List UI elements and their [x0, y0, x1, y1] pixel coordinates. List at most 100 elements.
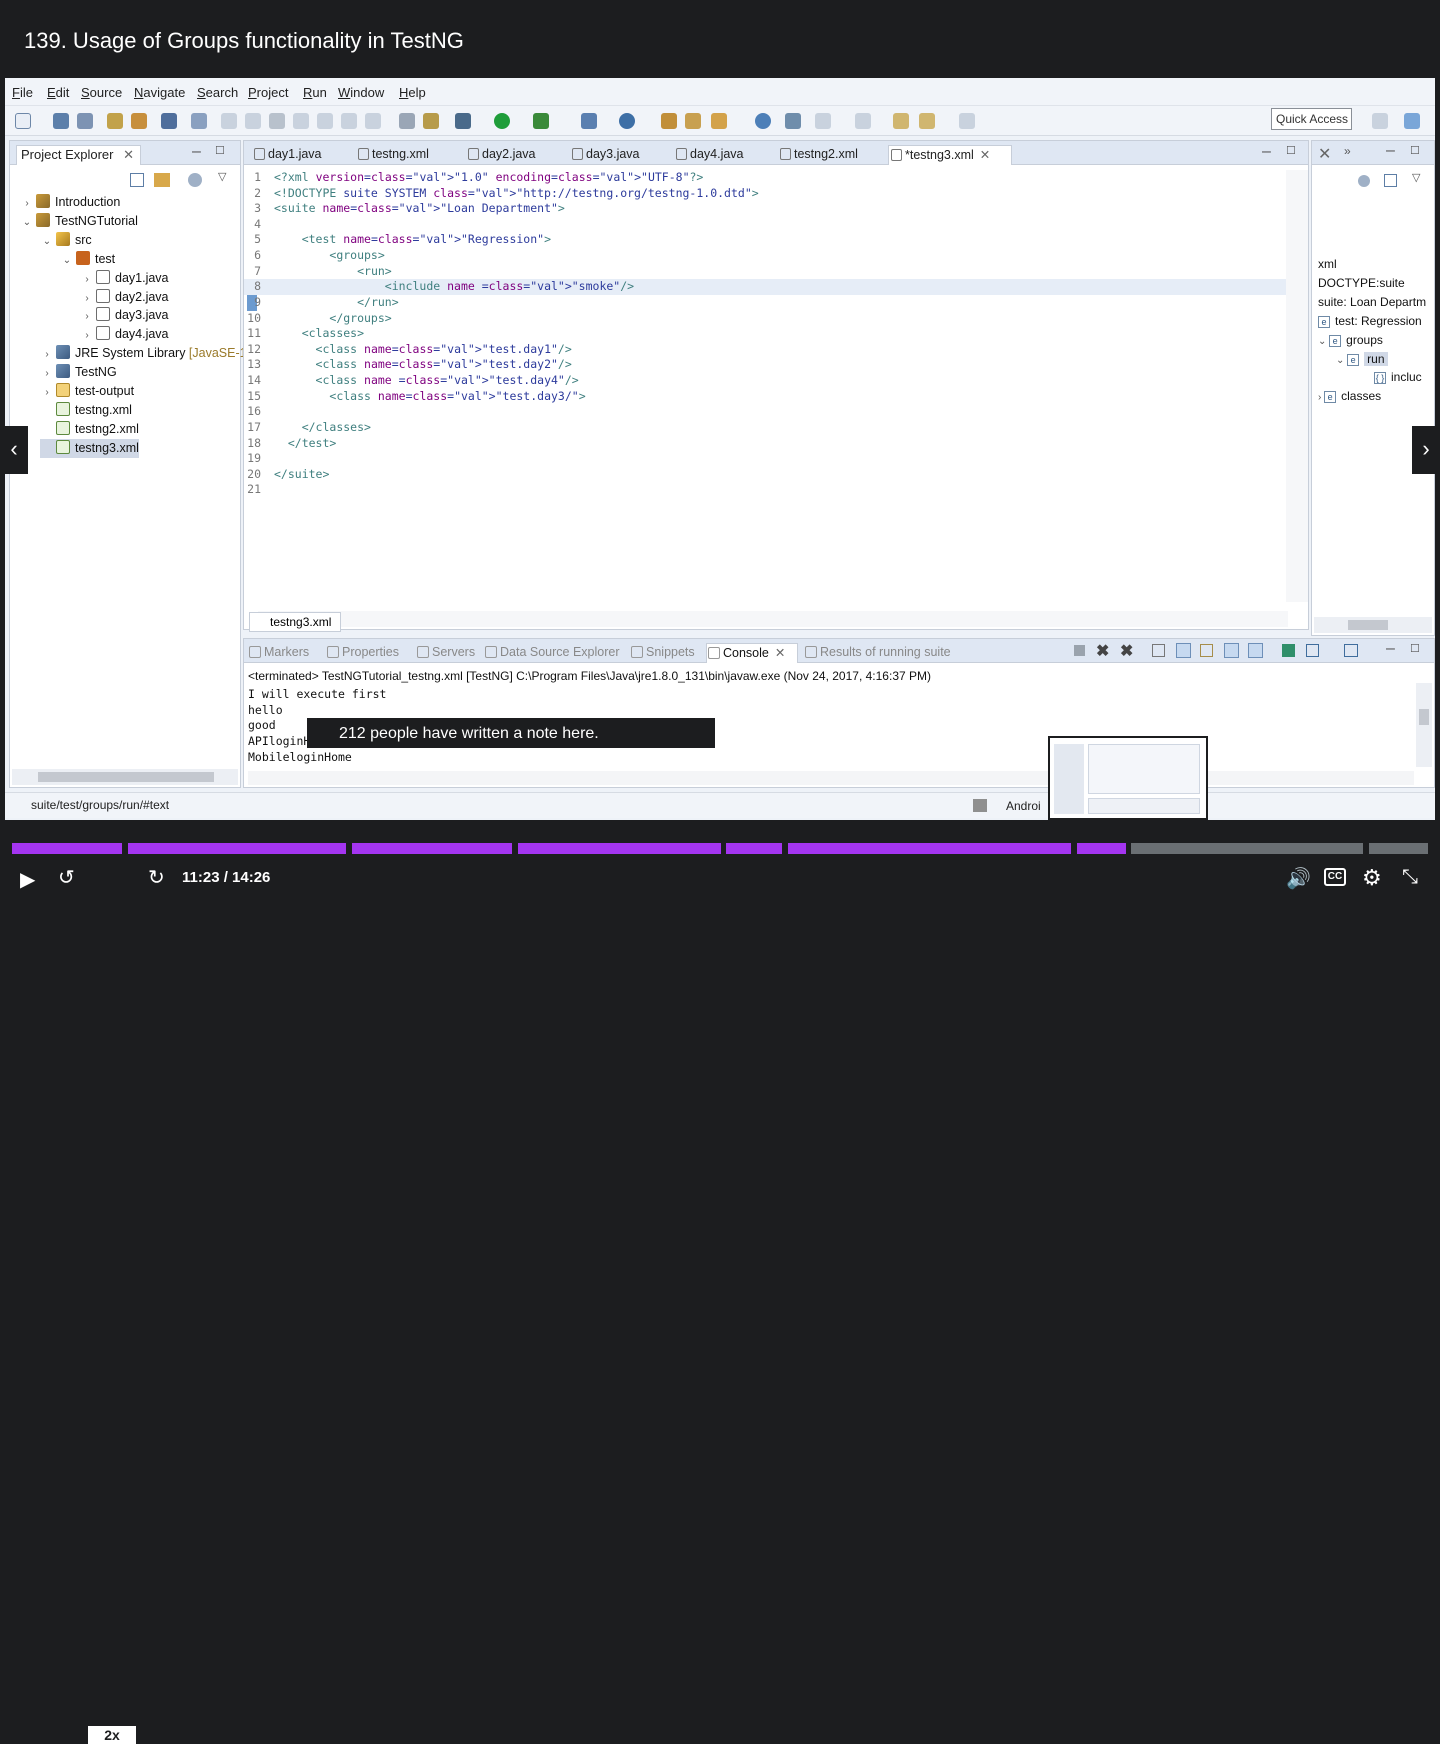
- last-edit-icon[interactable]: [893, 113, 909, 129]
- quick-access-field[interactable]: Quick Access: [1271, 108, 1352, 130]
- code-line[interactable]: 2 <!DOCTYPE suite SYSTEM class="val">"htt…: [244, 186, 1290, 202]
- code-line[interactable]: 14 <class name =class="val">"test.day4"/…: [244, 373, 1290, 389]
- outline-item[interactable]: { } incluc: [1374, 368, 1422, 387]
- terminate-icon[interactable]: [1074, 645, 1085, 656]
- tab-day1-java[interactable]: day1.java: [252, 145, 322, 165]
- tree-item-testng[interactable]: › TestNG: [40, 363, 117, 382]
- chevron-right-icon[interactable]: ›: [20, 194, 34, 213]
- tab-testng3-xml[interactable]: *testng3.xml ✕: [888, 145, 1012, 165]
- code-line[interactable]: 19: [244, 451, 1290, 467]
- next-lecture-button[interactable]: ›: [1412, 426, 1440, 474]
- chevron-right-icon[interactable]: ›: [40, 345, 54, 364]
- maximize-icon[interactable]: ☐: [1410, 144, 1420, 157]
- code-line[interactable]: 8 <include name =class="val">"smoke"/>: [244, 279, 1290, 295]
- tree-item-testng-xml[interactable]: testng.xml: [40, 401, 132, 420]
- progress-played-segment[interactable]: [788, 843, 1071, 854]
- build-icon[interactable]: [107, 113, 123, 129]
- open-console-icon[interactable]: [1344, 644, 1358, 657]
- close-icon[interactable]: ✕: [775, 646, 785, 660]
- chevron-down-icon[interactable]: ⌄: [60, 251, 74, 270]
- outline-item[interactable]: xml: [1318, 255, 1337, 274]
- progress-played-segment[interactable]: [726, 843, 782, 854]
- close-icon[interactable]: ✕: [980, 148, 990, 162]
- tab-properties[interactable]: Properties: [326, 643, 399, 663]
- new-icon[interactable]: [15, 113, 31, 129]
- step-over-icon[interactable]: [341, 113, 357, 129]
- drop-frame-icon[interactable]: [399, 113, 415, 129]
- progress-played-segment[interactable]: [1077, 843, 1126, 854]
- code-line[interactable]: 21: [244, 482, 1290, 498]
- close-icon[interactable]: ✕: [123, 147, 134, 162]
- chevron-down-icon[interactable]: ⌄: [1336, 355, 1347, 366]
- sdk-manager-icon[interactable]: [973, 799, 987, 812]
- project-explorer-tab[interactable]: Project Explorer ✕: [16, 145, 142, 165]
- code-line[interactable]: 11 <classes>: [244, 326, 1290, 342]
- editor-horizontal-scrollbar[interactable]: [258, 611, 1288, 627]
- new-java-project-icon[interactable]: [581, 113, 597, 129]
- progress-remaining-segment[interactable]: [1228, 843, 1363, 854]
- video-progress-bar[interactable]: [12, 843, 1428, 854]
- chevron-right-icon[interactable]: ›: [40, 364, 54, 383]
- step-return-icon[interactable]: [365, 113, 381, 129]
- link-with-editor-icon[interactable]: [154, 173, 170, 187]
- tab-day2-java[interactable]: day2.java: [466, 145, 536, 165]
- skip-breakpoints-icon[interactable]: [191, 113, 207, 129]
- tab-testng2-xml[interactable]: testng2.xml: [778, 145, 858, 165]
- chevron-right-icon[interactable]: ›: [80, 289, 94, 308]
- menu-navigate[interactable]: Navigate: [134, 85, 185, 100]
- collapse-all-icon[interactable]: [1384, 174, 1397, 187]
- show-on-error-icon[interactable]: [1248, 643, 1263, 658]
- run-icon[interactable]: [494, 113, 510, 129]
- rewind-icon[interactable]: ↺: [58, 865, 75, 890]
- coverage-icon[interactable]: [533, 113, 549, 129]
- chevron-down-icon[interactable]: ⌄: [40, 232, 54, 251]
- remove-launch-icon[interactable]: ✖: [1096, 641, 1109, 661]
- collapse-all-icon[interactable]: [130, 173, 144, 187]
- outline-item[interactable]: e test: Regression: [1318, 312, 1422, 331]
- open-type-icon[interactable]: [661, 113, 677, 129]
- java-perspective-icon[interactable]: [1404, 113, 1420, 129]
- progress-played-segment[interactable]: [352, 843, 512, 854]
- progress-remaining-segment[interactable]: [1369, 843, 1428, 854]
- console-horizontal-scrollbar[interactable]: [248, 771, 1414, 785]
- overflow-icon[interactable]: »: [1344, 144, 1351, 158]
- tree-item-day1-java[interactable]: › day1.java: [80, 269, 169, 288]
- minimize-icon[interactable]: –: [1386, 142, 1395, 160]
- progress-played-segment[interactable]: [518, 843, 721, 854]
- play-icon[interactable]: ▶: [20, 867, 35, 892]
- code-line[interactable]: 6 <groups>: [244, 248, 1290, 264]
- view-menu-icon[interactable]: ▽: [218, 170, 226, 183]
- tab-console[interactable]: Console ✕: [706, 643, 798, 663]
- hide-icon[interactable]: [1358, 175, 1370, 187]
- outline-item[interactable]: ⌄ e groups: [1318, 331, 1383, 350]
- tree-item-testng2-xml[interactable]: testng2.xml: [40, 420, 139, 439]
- tree-item-test[interactable]: ⌄ test: [60, 250, 115, 269]
- code-line[interactable]: 7 <run>: [244, 264, 1290, 280]
- editor-source-tab[interactable]: testng3.xml: [249, 612, 341, 632]
- maximize-icon[interactable]: ☐: [1410, 642, 1420, 655]
- menu-edit[interactable]: Edit: [47, 85, 69, 100]
- code-line[interactable]: 16: [244, 404, 1290, 420]
- volume-icon[interactable]: 🔊: [1286, 866, 1311, 891]
- annotation-icon[interactable]: [785, 113, 801, 129]
- menu-project[interactable]: Project: [248, 85, 288, 100]
- menu-search[interactable]: Search: [197, 85, 238, 100]
- remove-all-launches-icon[interactable]: ✖: [1120, 641, 1133, 661]
- note-banner[interactable]: 212 people have written a note here.: [307, 718, 715, 748]
- tree-item-testngtutorial[interactable]: ⌄ TestNGTutorial: [20, 212, 138, 231]
- previous-lecture-button[interactable]: ‹: [0, 426, 28, 474]
- forward-icon[interactable]: [959, 113, 975, 129]
- menu-file[interactable]: File: [12, 85, 33, 100]
- minimize-icon[interactable]: –: [192, 143, 201, 161]
- minimize-icon[interactable]: –: [1386, 640, 1395, 658]
- progress-played-segment[interactable]: [128, 843, 346, 854]
- browser-icon[interactable]: [755, 113, 771, 129]
- scroll-lock-icon[interactable]: [1176, 643, 1191, 658]
- code-line[interactable]: 13 <class name=class="val">"test.day2"/>: [244, 357, 1290, 373]
- terminate-icon[interactable]: [269, 113, 285, 129]
- explorer-horizontal-scrollbar[interactable]: [12, 769, 238, 785]
- playback-speed-button[interactable]: 2x: [88, 1726, 136, 1744]
- code-line[interactable]: 12 <class name=class="val">"test.day1"/>: [244, 342, 1290, 358]
- word-wrap-icon[interactable]: [1200, 644, 1213, 657]
- forward-icon[interactable]: ↻: [148, 865, 165, 890]
